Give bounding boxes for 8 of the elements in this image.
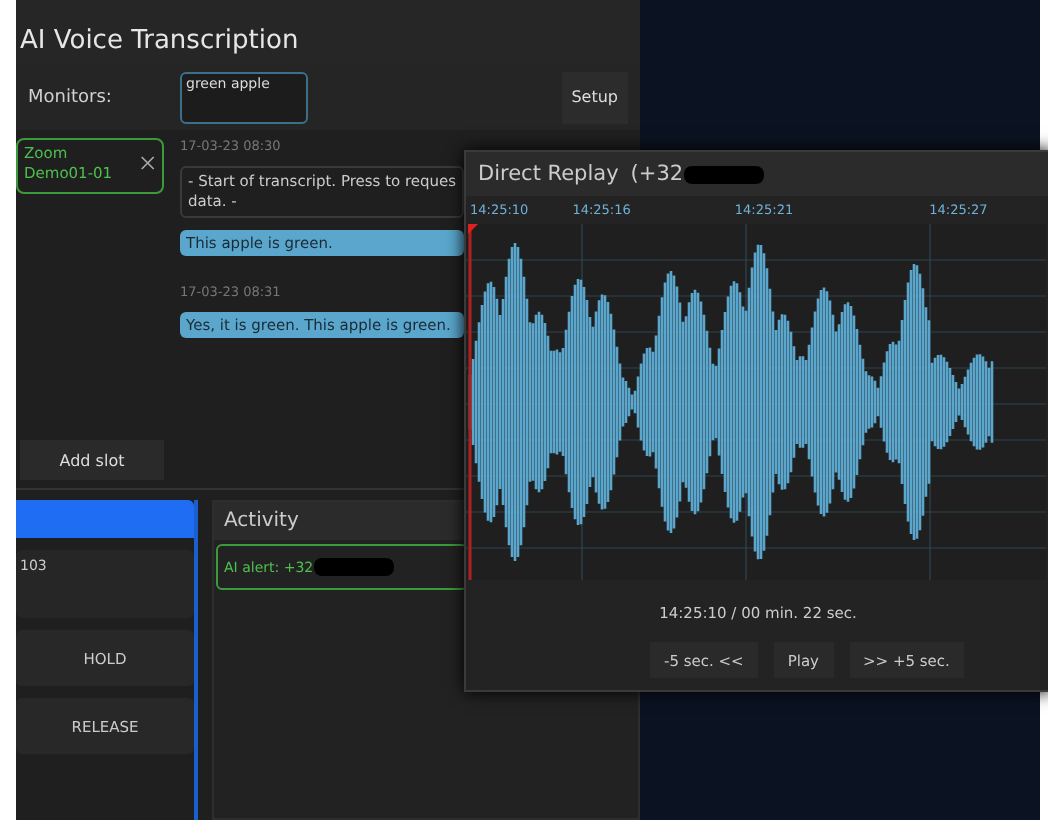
add-slot-button[interactable]: Add slot <box>20 440 164 480</box>
playhead-marker[interactable] <box>468 224 478 580</box>
close-icon[interactable] <box>140 154 156 172</box>
monitors-label: Monitors: <box>28 87 114 107</box>
replay-number: (+32 <box>630 162 684 186</box>
panel-title: AI Voice Transcription <box>16 0 640 64</box>
replay-title: Direct Replay <box>478 162 619 186</box>
setup-button[interactable]: Setup <box>561 71 628 123</box>
